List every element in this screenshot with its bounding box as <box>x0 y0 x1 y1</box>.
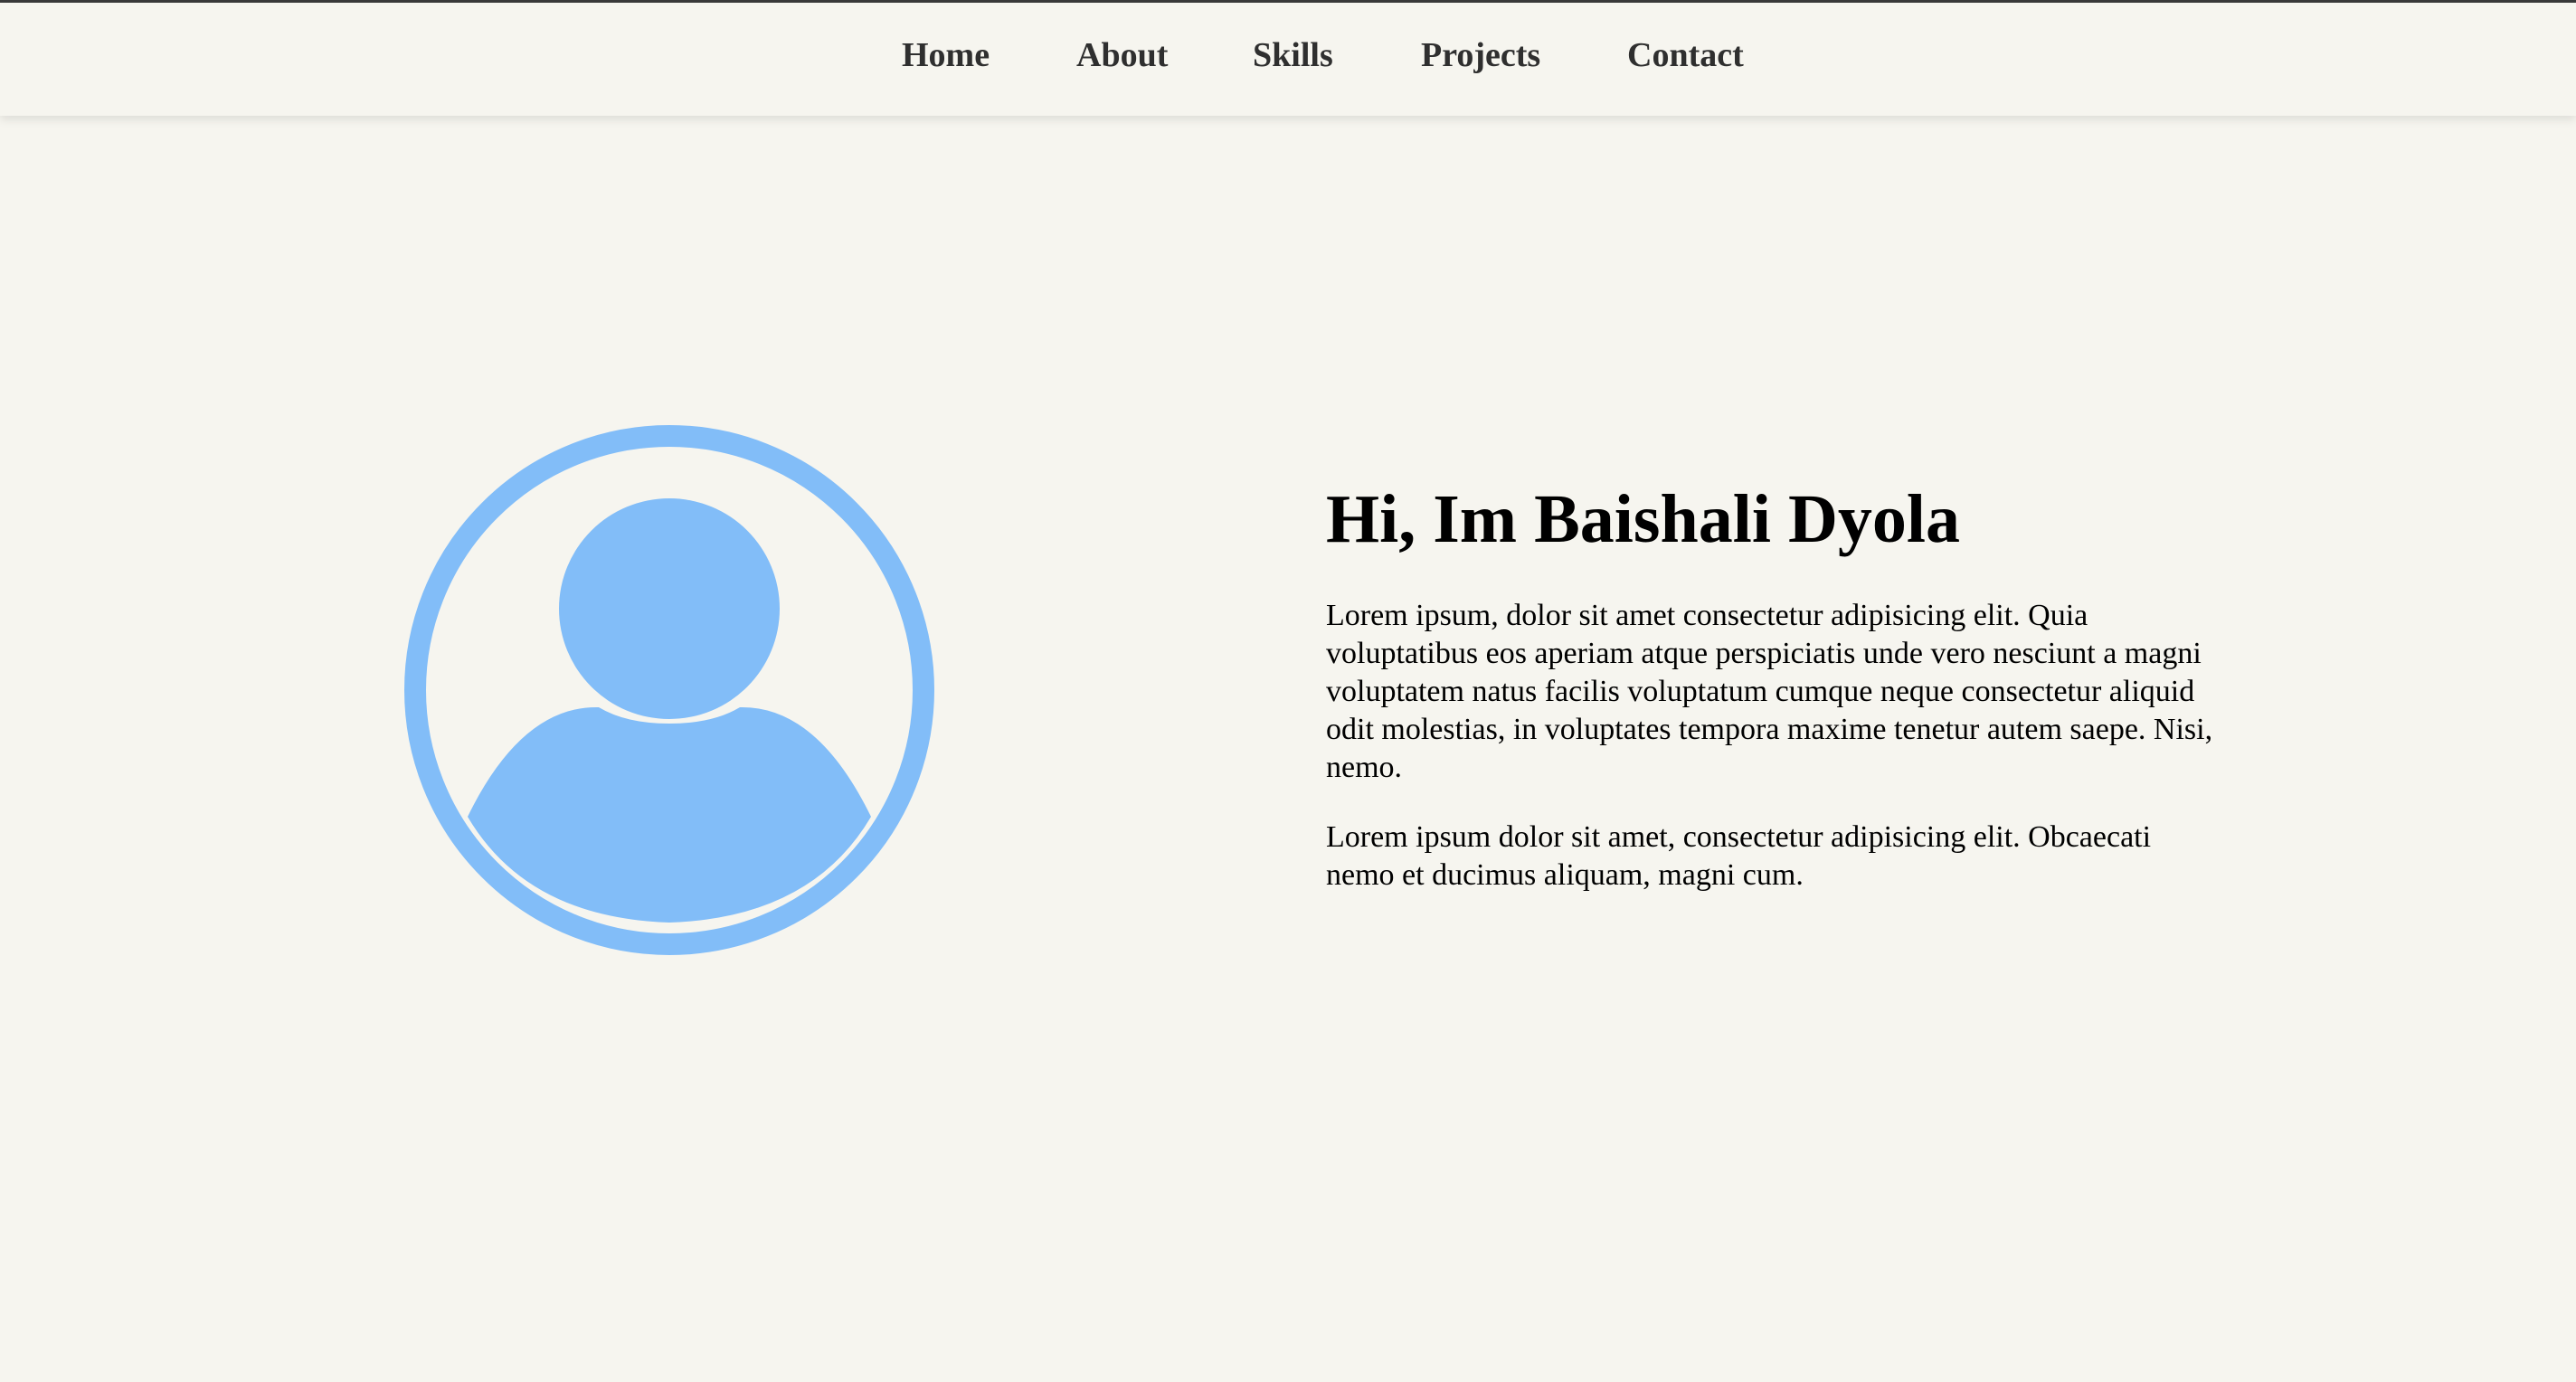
navigation-bar: Home About Skills Projects Contact <box>0 3 2576 116</box>
nav-link-projects[interactable]: Projects <box>1421 33 1540 77</box>
nav-link-about[interactable]: About <box>1076 33 1168 77</box>
intro-paragraph-secondary: Lorem ipsum dolor sit amet, consectetur … <box>1326 820 2152 892</box>
intro-paragraph: Lorem ipsum, dolor sit amet consectetur … <box>1326 599 2213 784</box>
user-profile-icon <box>404 425 934 955</box>
hero-section: Hi, Im Baishali Dyola Lorem ipsum, dolor… <box>0 116 2576 1382</box>
nav-menu: Home About Skills Projects Contact <box>0 3 2576 116</box>
hero-title: Hi, Im Baishali Dyola <box>1326 481 1960 557</box>
nav-link-contact[interactable]: Contact <box>1627 33 1744 77</box>
intro-text-block: Hi, Im Baishali Dyola Lorem ipsum, dolor… <box>1326 478 2221 926</box>
nav-link-home[interactable]: Home <box>902 33 990 77</box>
nav-link-skills[interactable]: Skills <box>1253 33 1333 77</box>
